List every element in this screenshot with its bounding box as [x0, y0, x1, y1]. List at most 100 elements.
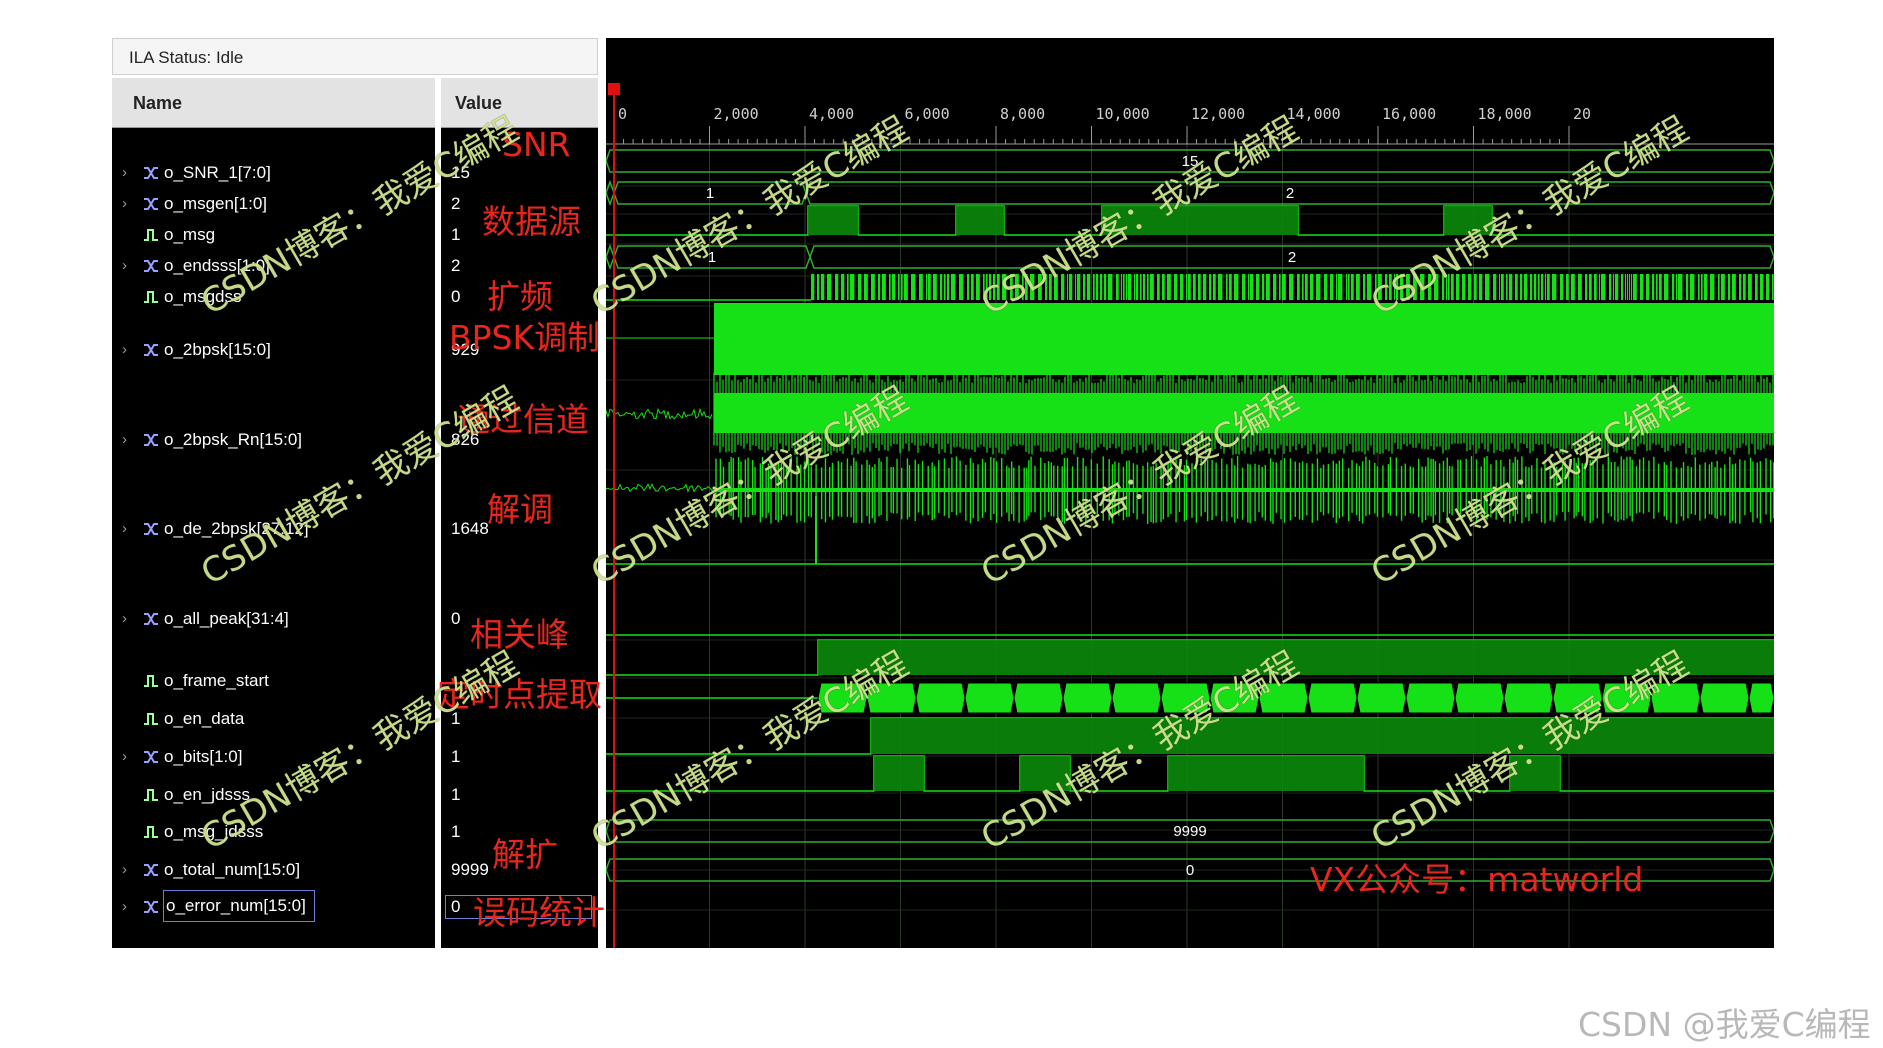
axis-tick-label: 16,000 [1382, 105, 1436, 123]
chip-pulse [1186, 274, 1188, 300]
chip-pulse [1585, 274, 1588, 300]
bit-high-fill [1510, 756, 1560, 791]
chip-pulse [1509, 274, 1513, 300]
bits-segment [1062, 682, 1113, 714]
chip-pulse [933, 274, 937, 300]
value-column-header[interactable]: Value [441, 78, 598, 128]
chip-pulse [959, 274, 964, 300]
chip-pulse [1134, 274, 1136, 300]
chip-pulse [997, 274, 1000, 300]
chip-pulse [1413, 274, 1417, 300]
expand-chevron-icon[interactable]: › [122, 859, 127, 881]
name-column-header[interactable]: Name [112, 78, 435, 128]
chip-pulse [841, 274, 845, 300]
axis-tick-label: 8,000 [1000, 105, 1045, 123]
signal-row-o-2bpsk-rn[interactable]: › o_2bpsk_Rn[15:0] [112, 429, 435, 451]
signal-row-o-all-peak[interactable]: › o_all_peak[31:4] [112, 608, 435, 630]
bit-high-fill [818, 640, 1774, 675]
expand-chevron-icon[interactable]: › [122, 896, 127, 918]
waveform-viewer[interactable]: 0 2,000 4,000 6,000 8,000 10,000 12,000 14,000 1… [606, 38, 1774, 948]
signal-value: 1 [451, 785, 461, 804]
signal-row-o-de-2bpsk[interactable]: › o_de_2bpsk[27:12] [112, 518, 435, 540]
chip-pulse [1054, 274, 1058, 300]
chip-pulse [1123, 274, 1125, 300]
chip-pulse [983, 274, 985, 300]
bus-signal-icon [144, 864, 158, 876]
signal-row-o-total-num[interactable]: › o_total_num[15:0] [112, 859, 435, 881]
column-divider[interactable] [598, 75, 606, 948]
expand-chevron-icon[interactable]: › [122, 746, 127, 768]
chip-pulse [1093, 274, 1095, 300]
signal-row-o-snr[interactable]: › o_SNR_1[7:0] [112, 162, 435, 184]
axis-tick-label: 4,000 [809, 105, 854, 123]
chip-pulse [1316, 274, 1321, 300]
chip-pulse [1420, 274, 1425, 300]
axis-tick-label: 0 [618, 105, 627, 123]
bits-segment [1699, 682, 1750, 714]
signal-value: 2 [451, 194, 461, 213]
chip-pulse [1242, 274, 1246, 300]
expand-chevron-icon[interactable]: › [122, 255, 127, 277]
chip-pulse [1075, 274, 1077, 300]
signal-row-o-en-data[interactable]: o_en_data [112, 708, 435, 730]
annotation-channel: 通过信道 [457, 400, 589, 439]
signal-row-o-en-jdsss[interactable]: o_en_jdsss [112, 784, 435, 806]
annotation-demod: 解调 [487, 490, 553, 529]
signal-row-o-frame-start[interactable]: o_frame_start [112, 670, 435, 692]
chip-pulse [1289, 274, 1294, 300]
chip-pulse [1162, 274, 1165, 300]
chip-pulse [1128, 274, 1132, 300]
signal-row-o-endsss[interactable]: › o_endsss[1:0] [112, 255, 435, 277]
chip-pulse [1451, 274, 1454, 300]
chip-pulse [1659, 274, 1662, 300]
chip-pulse [1226, 274, 1228, 300]
annotation-spread: 扩频 [487, 277, 553, 316]
chip-pulse [1748, 274, 1752, 300]
chip-pulse [1378, 274, 1382, 300]
chip-pulse [1701, 274, 1703, 300]
chip-pulse [1250, 274, 1254, 300]
signal-row-o-error-num[interactable]: › o_error_num[15:0] [112, 890, 435, 922]
chip-pulse [1338, 274, 1343, 300]
chip-pulse [1732, 274, 1736, 300]
bit-signal-icon [144, 675, 158, 687]
chip-pulse [1248, 274, 1250, 300]
chip-pulse [1534, 274, 1537, 300]
signal-row-o-msgdss[interactable]: o_msgdss [112, 286, 435, 308]
expand-chevron-icon[interactable]: › [122, 429, 127, 451]
bus-segment [606, 179, 615, 207]
chip-pulse [892, 274, 896, 300]
signal-row-o-msg-jdsss[interactable]: o_msg_jdsss [112, 821, 435, 843]
bits-segment [1454, 682, 1505, 714]
chip-pulse [911, 274, 916, 300]
chip-pulse [940, 274, 943, 300]
bits-segment [1307, 682, 1358, 714]
waveform-canvas[interactable]: 0 2,000 4,000 6,000 8,000 10,000 12,000 14,000 1… [606, 38, 1774, 948]
chip-pulse [1375, 274, 1377, 300]
signal-row-o-bits[interactable]: › o_bits[1:0] [112, 746, 435, 768]
bit-signal-icon [144, 789, 158, 801]
bits-segment [1650, 682, 1701, 714]
chip-pulse [1760, 274, 1764, 300]
axis-tick-label: 12,000 [1191, 105, 1245, 123]
bit-high-fill [1168, 756, 1364, 791]
signal-row-o-msg[interactable]: o_msg [112, 224, 435, 246]
chip-pulse [928, 274, 931, 300]
expand-chevron-icon[interactable]: › [122, 339, 127, 361]
expand-chevron-icon[interactable]: › [122, 608, 127, 630]
expand-chevron-icon[interactable]: › [122, 518, 127, 540]
chip-pulse [1524, 274, 1528, 300]
chip-pulse [1442, 274, 1445, 300]
axis-tick-label: 6,000 [905, 105, 950, 123]
signal-row-o-msgen[interactable]: › o_msgen[1:0] [112, 193, 435, 215]
expand-chevron-icon[interactable]: › [122, 162, 127, 184]
chip-pulse [1560, 274, 1564, 300]
chip-pulse [1038, 274, 1042, 300]
expand-chevron-icon[interactable]: › [122, 193, 127, 215]
chip-pulse [1613, 274, 1615, 300]
chip-pulse [1474, 274, 1477, 300]
chip-pulse [1629, 274, 1631, 300]
signal-row-o-2bpsk[interactable]: › o_2bpsk[15:0] [112, 339, 435, 361]
bus-signal-icon [144, 751, 158, 763]
bits-segment [1160, 682, 1211, 714]
